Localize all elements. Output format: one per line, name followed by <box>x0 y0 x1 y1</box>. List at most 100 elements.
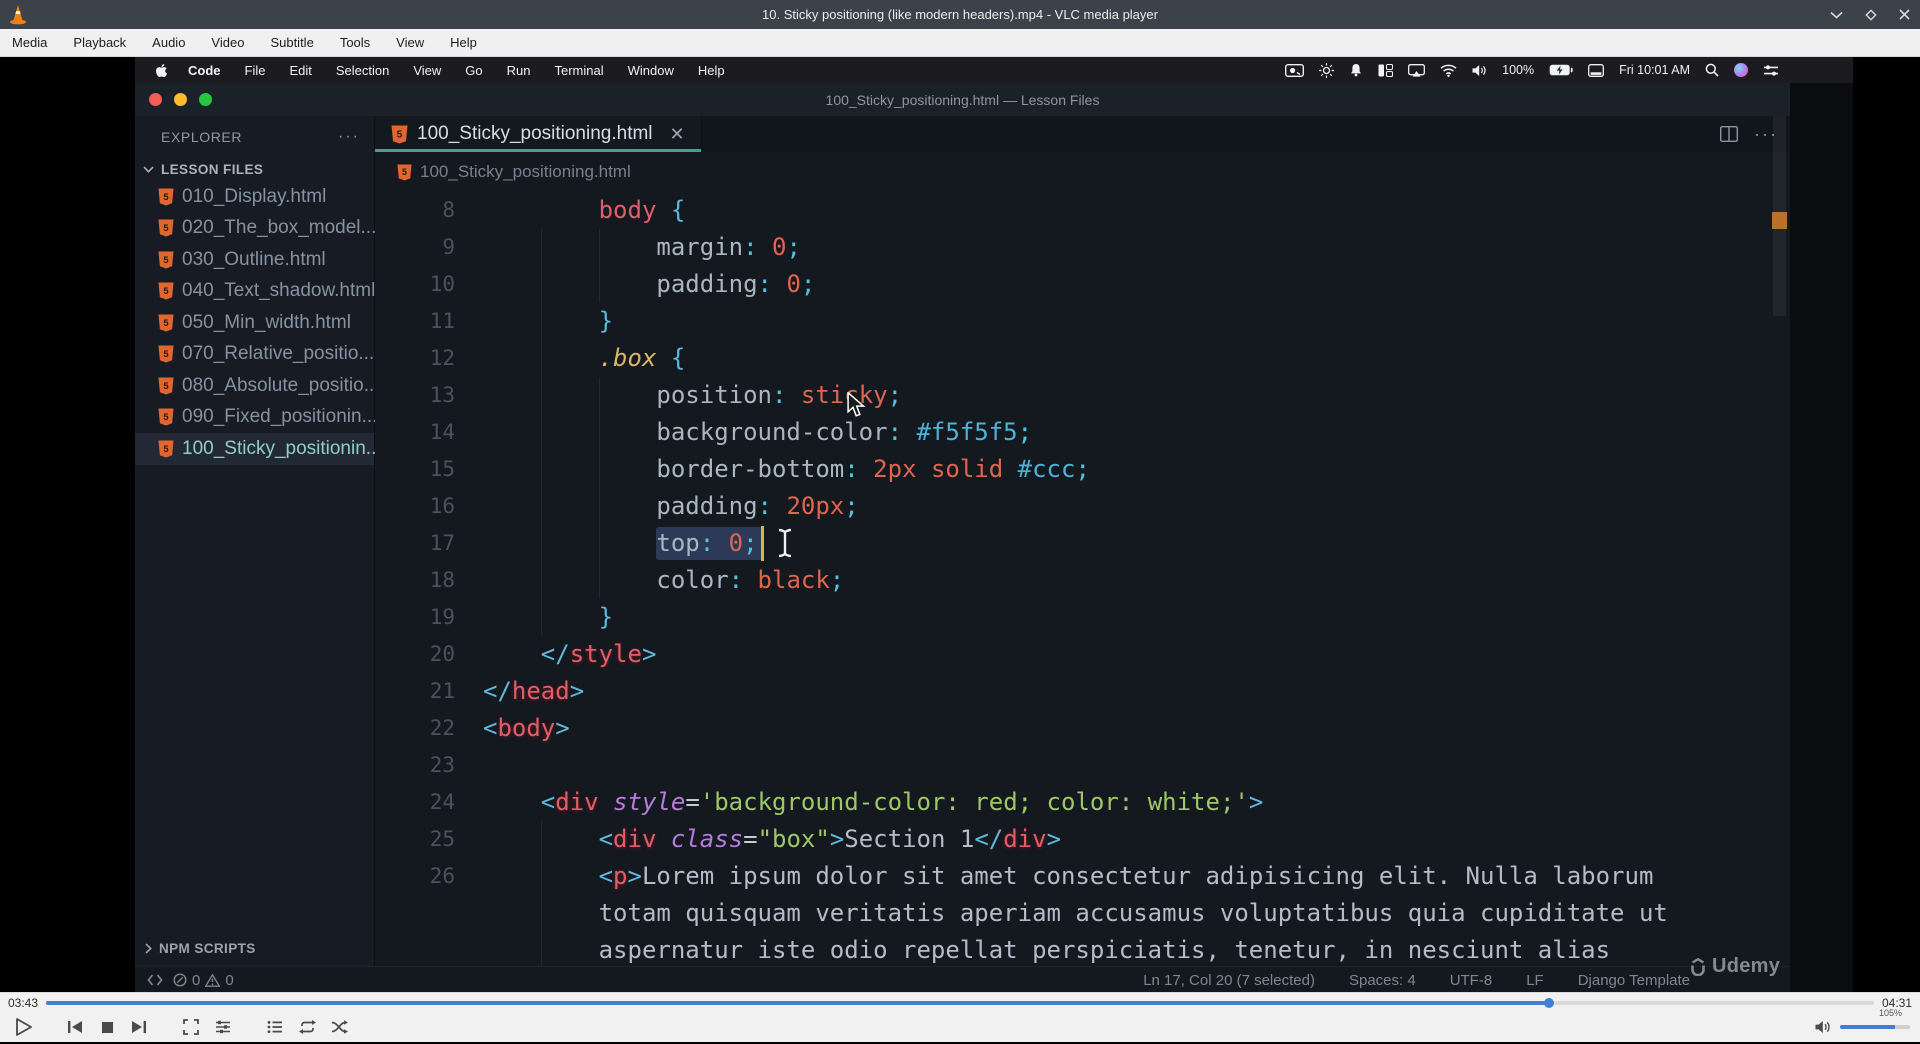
fullscreen-button[interactable] <box>178 1014 204 1040</box>
status-item[interactable]: Django Template <box>1578 972 1690 989</box>
brightness-icon[interactable] <box>1319 62 1335 78</box>
code-line-10[interactable]: 10 padding: 0; <box>375 266 1790 303</box>
mac-menu-code[interactable]: Code <box>188 63 221 78</box>
vlc-menu-video[interactable]: Video <box>211 35 244 50</box>
code-line-22[interactable]: 22 <body> <box>375 710 1790 747</box>
mac-menu-terminal[interactable]: Terminal <box>555 63 604 78</box>
breadcrumb-file[interactable]: 100_Sticky_positioning.html <box>420 162 631 182</box>
mac-app-menus: Code File Edit Selection View Go Run Terminal Wi… <box>188 63 725 78</box>
vlc-menu-help[interactable]: Help <box>450 35 477 50</box>
volume-slider[interactable] <box>1840 1025 1910 1029</box>
siri-icon[interactable] <box>1734 63 1748 77</box>
status-item[interactable]: Ln 17, Col 20 (7 selected) <box>1143 972 1315 989</box>
vlc-menu-audio[interactable]: Audio <box>152 35 185 50</box>
code-line-9[interactable]: 9 margin: 0; <box>375 229 1790 266</box>
code-line-23[interactable]: 23 <box>375 747 1790 784</box>
tab-100-sticky-positioning[interactable]: 5 100_Sticky_positioning.html ✕ <box>375 116 702 152</box>
loop-button[interactable] <box>294 1014 320 1040</box>
shuffle-button[interactable] <box>326 1014 352 1040</box>
mac-menu-selection[interactable]: Selection <box>336 63 389 78</box>
speaker-icon[interactable] <box>1815 1020 1832 1034</box>
play-button[interactable] <box>10 1014 36 1040</box>
remote-indicator-icon[interactable] <box>147 973 163 987</box>
file-item-050-min-width-html[interactable]: 5 050_Min_width.html <box>135 307 374 339</box>
code-line-25[interactable]: 25 <div class="box">Section 1</div> <box>375 821 1790 858</box>
vlc-menu-tools[interactable]: Tools <box>340 35 370 50</box>
code-line-24[interactable]: 24 <div style='background-color: red; co… <box>375 784 1790 821</box>
volume-icon[interactable] <box>1472 64 1487 77</box>
status-item[interactable]: LF <box>1526 972 1544 989</box>
stop-button[interactable] <box>94 1014 120 1040</box>
vlc-menu-media[interactable]: Media <box>12 35 47 50</box>
code-line-12[interactable]: 12 .box { <box>375 340 1790 377</box>
code-line-13[interactable]: 13 position: sticky; <box>375 377 1790 414</box>
file-item-040-text-shadow-html[interactable]: 5 040_Text_shadow.html <box>135 276 375 308</box>
menu-clock[interactable]: Fri 10:01 AM <box>1619 63 1690 77</box>
seek-bar[interactable] <box>46 998 1874 1008</box>
code-line-20[interactable]: 20 </style> <box>375 636 1790 673</box>
screen-record-icon[interactable] <box>1285 63 1305 77</box>
code-line-21[interactable]: 21 </head> <box>375 673 1790 710</box>
desktop-icon[interactable] <box>1588 63 1605 77</box>
control-center-icon[interactable] <box>1763 64 1779 76</box>
battery-charging-icon[interactable] <box>1549 64 1573 76</box>
maximize-icon[interactable] <box>1865 8 1877 21</box>
extended-settings-button[interactable] <box>210 1014 236 1040</box>
file-item-080-absolute-positio-[interactable]: 5 080_Absolute_positio... <box>135 370 380 402</box>
mac-menu-view[interactable]: View <box>413 63 441 78</box>
display-mirror-icon[interactable] <box>1408 63 1426 77</box>
mac-menu-help[interactable]: Help <box>698 63 725 78</box>
file-item-020-the-box-model-[interactable]: 5 020_The_box_model.... <box>135 213 382 245</box>
code-line-wrap[interactable]: aspernatur iste odio repellat perspiciat… <box>375 932 1790 966</box>
code-line-15[interactable]: 15 border-bottom: 2px solid #ccc; <box>375 451 1790 488</box>
code-line-19[interactable]: 19 } <box>375 599 1790 636</box>
mac-menu-run[interactable]: Run <box>507 63 531 78</box>
next-button[interactable] <box>126 1014 152 1040</box>
code-editor[interactable]: 8 body {9 margin: 0; 10 padding: 0; 11 } 12… <box>375 192 1790 966</box>
vlc-menu-view[interactable]: View <box>396 35 424 50</box>
mac-menu-file[interactable]: File <box>245 63 266 78</box>
explorer-more-icon[interactable]: ··· <box>338 128 360 146</box>
code-line-16[interactable]: 16 padding: 20px; <box>375 488 1790 525</box>
seek-bar-handle[interactable] <box>1543 998 1554 1008</box>
code-line-17[interactable]: 17 top: 0; <box>375 525 1790 562</box>
split-editor-icon[interactable] <box>1720 126 1739 142</box>
npm-scripts-section[interactable]: NPM SCRIPTS <box>135 934 385 962</box>
mac-menu-edit[interactable]: Edit <box>289 63 311 78</box>
status-item[interactable]: Spaces: 4 <box>1349 972 1416 989</box>
file-item-100-sticky-positionin-[interactable]: 5 100_Sticky_positionin... <box>135 433 382 465</box>
tiles-icon[interactable] <box>1378 63 1394 77</box>
mac-menu-go[interactable]: Go <box>465 63 482 78</box>
code-line-26[interactable]: 26 <p>Lorem ipsum dolor sit amet consect… <box>375 858 1790 895</box>
lesson-files-section[interactable]: LESSON FILES <box>143 162 374 177</box>
vscode-title-bar[interactable]: 100_Sticky_positioning.html — Lesson Fil… <box>135 83 1790 116</box>
tab-close-icon[interactable]: ✕ <box>670 124 685 145</box>
file-item-010-display-html[interactable]: 5 010_Display.html <box>135 181 374 213</box>
close-icon[interactable] <box>1899 9 1910 20</box>
vlc-menu-playback[interactable]: Playback <box>73 35 126 50</box>
mac-status-area: 100% Fri 10:01 AM <box>1285 57 1779 83</box>
problems-indicator[interactable]: 0 0 <box>173 972 234 989</box>
code-line-11[interactable]: 11 } <box>375 303 1790 340</box>
code-line-14[interactable]: 14 background-color: #f5f5f5; <box>375 414 1790 451</box>
apple-icon[interactable] <box>155 63 168 78</box>
status-item[interactable]: UTF-8 <box>1450 972 1493 989</box>
notification-bell-icon[interactable] <box>1349 63 1363 77</box>
previous-button[interactable] <box>62 1014 88 1040</box>
search-icon[interactable] <box>1705 63 1719 77</box>
code-line-18[interactable]: 18 color: black; <box>375 562 1790 599</box>
file-item-070-relative-positio-[interactable]: 5 070_Relative_positio... <box>135 339 374 371</box>
file-item-030-outline-html[interactable]: 5 030_Outline.html <box>135 244 374 276</box>
code-line-wrap[interactable]: totam quisquam veritatis aperiam accusam… <box>375 895 1790 932</box>
mac-menu-window[interactable]: Window <box>628 63 674 78</box>
file-item-090-fixed-positionin-[interactable]: 5 090_Fixed_positionin... <box>135 402 377 434</box>
video-frame[interactable]: Code File Edit Selection View Go Run Terminal Wi… <box>0 57 1920 992</box>
code-line-8[interactable]: 8 body { <box>375 192 1790 229</box>
line-number: 17 <box>429 531 455 555</box>
playlist-button[interactable] <box>262 1014 288 1040</box>
vlc-menu-subtitle[interactable]: Subtitle <box>270 35 313 50</box>
wifi-icon[interactable] <box>1440 64 1457 77</box>
breadcrumb[interactable]: 5 100_Sticky_positioning.html <box>375 152 1790 192</box>
minimize-icon[interactable] <box>1830 11 1843 19</box>
file-label: 080_Absolute_positio... <box>182 374 380 396</box>
